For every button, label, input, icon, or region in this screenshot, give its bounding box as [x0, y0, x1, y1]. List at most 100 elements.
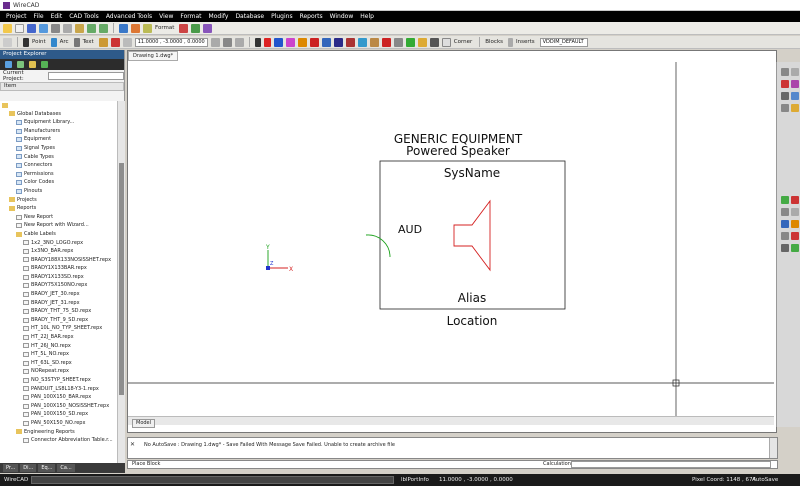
drawing-hscrollbar[interactable]	[128, 416, 774, 425]
explorer-tab[interactable]: Pr...	[3, 464, 19, 472]
tree-item[interactable]: HT_22J_BAR.repx	[0, 333, 117, 342]
line-tool-icon[interactable]	[23, 37, 29, 47]
tree-item[interactable]: PAN_100X150_NOSISSHET.repx	[0, 402, 117, 411]
zoom-in-icon[interactable]	[781, 68, 789, 76]
tree-item[interactable]: New Report	[0, 213, 117, 222]
tree-item[interactable]: Cable Labels	[0, 230, 117, 239]
tree-item[interactable]: Connector Abbreviation Table.r...	[0, 436, 117, 445]
offset-icon[interactable]	[321, 37, 331, 47]
tree-item[interactable]: PAN_50X150_NO.repx	[0, 419, 117, 428]
coord-mode-icon[interactable]	[222, 37, 232, 47]
corner-button[interactable]: Corner	[454, 39, 473, 45]
menu-item-advanced-tools[interactable]: Advanced Tools	[106, 13, 152, 20]
coord-lock-icon[interactable]	[210, 37, 220, 47]
dimension-icon[interactable]	[191, 23, 201, 33]
snap-node-icon[interactable]	[791, 208, 799, 216]
blocks-button[interactable]: Blocks	[485, 39, 503, 45]
zoom-previous-icon[interactable]	[791, 92, 799, 100]
drawing-tab[interactable]: Drawing 1.dwg*	[128, 51, 179, 61]
layer-icon[interactable]	[143, 23, 152, 33]
explorer-tab[interactable]: Ca...	[57, 464, 75, 472]
snap-intersection-icon[interactable]	[791, 220, 799, 228]
print-icon[interactable]	[39, 23, 48, 33]
calculation-input[interactable]	[571, 461, 771, 468]
snap-nearest-icon[interactable]	[791, 244, 799, 252]
rotate-icon[interactable]	[285, 37, 295, 47]
dimension-style-select[interactable]: VDDIM_DEFAULT	[539, 37, 588, 47]
menu-item-file[interactable]: File	[34, 13, 44, 20]
model-tab[interactable]: Model	[132, 419, 156, 428]
export-icon[interactable]	[41, 61, 48, 68]
folder-icon[interactable]	[29, 61, 36, 68]
text-tool-icon[interactable]	[73, 37, 80, 47]
tree-item[interactable]: Pinouts	[0, 187, 117, 196]
arc-tool-icon[interactable]	[50, 37, 57, 47]
new-file-icon[interactable]	[15, 23, 24, 33]
tree-item[interactable]: Projects	[0, 196, 117, 205]
tree-scrollbar[interactable]	[117, 101, 125, 463]
tree-item[interactable]: 1x3NO_BAR.repx	[0, 247, 117, 256]
tree-item[interactable]: HT_26J_NO.repx	[0, 342, 117, 351]
save-icon[interactable]	[27, 23, 36, 33]
delete-icon[interactable]	[263, 37, 271, 47]
menu-item-plugins[interactable]: Plugins	[271, 13, 293, 20]
tree-item[interactable]: PANDUIT_LS8L18-Y3-1.repx	[0, 385, 117, 394]
pan-icon[interactable]	[781, 92, 789, 100]
tree-item[interactable]: Manufacturers	[0, 127, 117, 136]
snap-perpendicular-icon[interactable]	[791, 232, 799, 240]
refresh-icon[interactable]	[5, 61, 12, 68]
snap-endpoint-icon[interactable]	[781, 196, 789, 204]
tree-item[interactable]: BRADY_JET_30.repx	[0, 290, 117, 299]
tree-item[interactable]: Cable Types	[0, 153, 117, 162]
copy-icon[interactable]	[63, 23, 72, 33]
tree-item[interactable]: BRADY75X150NO.repx	[0, 281, 117, 290]
grid-icon[interactable]	[122, 37, 132, 47]
tree-item[interactable]: BRADY188X133NOSISSHET.repx	[0, 256, 117, 265]
tree-item[interactable]: Engineering Reports	[0, 428, 117, 437]
tree-item[interactable]: BRADY_JET_31.repx	[0, 299, 117, 308]
snap-center-icon[interactable]	[781, 208, 789, 216]
coordinate-field[interactable]: 11.0000 , -3.0000 , 0.0000	[134, 37, 208, 47]
inserts-button[interactable]: Inserts	[516, 39, 535, 45]
tree-item[interactable]: Reports	[0, 204, 117, 213]
tree-item[interactable]: Equipment	[0, 135, 117, 144]
pan-icon[interactable]	[131, 23, 140, 33]
menu-item-project[interactable]: Project	[6, 13, 27, 20]
property-icon[interactable]	[203, 23, 213, 33]
command-prompt-bar[interactable]: Place Block Calculation	[127, 460, 778, 469]
cut-icon[interactable]	[51, 23, 60, 33]
zoom-extents-icon[interactable]	[791, 80, 799, 88]
tree-item[interactable]: BRADY1X133BAR.repx	[0, 264, 117, 273]
tree-item[interactable]: NORepeat.repx	[0, 367, 117, 376]
grip-handle-icon[interactable]	[3, 37, 12, 47]
regen-icon[interactable]	[781, 104, 789, 112]
tree-item[interactable]: New Report with Wizard...	[0, 221, 117, 230]
current-project-select[interactable]	[47, 72, 124, 80]
layer-icon[interactable]	[791, 104, 799, 112]
tree-item[interactable]: Permissions	[0, 170, 117, 179]
format-menu-button[interactable]: Format	[155, 25, 174, 31]
tree-item[interactable]: 1x2_3NO_LOGO.repx	[0, 239, 117, 248]
text-style-icon[interactable]	[179, 23, 189, 33]
menu-item-edit[interactable]: Edit	[51, 13, 63, 20]
move-icon[interactable]	[273, 37, 283, 47]
stretch-icon[interactable]	[417, 37, 427, 47]
tree-item[interactable]: BRADY_THT_75_SD.repx	[0, 307, 117, 316]
tree-item[interactable]: NO_S3STYP_SHEET.repx	[0, 376, 117, 385]
tree-scroll-thumb[interactable]	[119, 163, 124, 395]
snap-icon[interactable]	[98, 37, 108, 47]
trim-icon[interactable]	[345, 37, 355, 47]
break-icon[interactable]	[381, 37, 391, 47]
command-scrollbar[interactable]	[769, 438, 777, 458]
tree-item[interactable]: Connectors	[0, 161, 117, 170]
connector-arc[interactable]	[365, 234, 391, 258]
join-icon[interactable]	[405, 37, 415, 47]
menu-item-help[interactable]: Help	[360, 13, 374, 20]
paste-icon[interactable]	[75, 23, 84, 33]
tree-item[interactable]: BRADY1X133SD.repx	[0, 273, 117, 282]
tree-item[interactable]: HT_5L_NO.repx	[0, 350, 117, 359]
tree-item[interactable]: Equipment Library...	[0, 118, 117, 127]
redo-icon[interactable]	[99, 23, 108, 33]
explorer-tab[interactable]: Di...	[20, 464, 37, 472]
close-icon[interactable]: ✕	[130, 441, 135, 448]
